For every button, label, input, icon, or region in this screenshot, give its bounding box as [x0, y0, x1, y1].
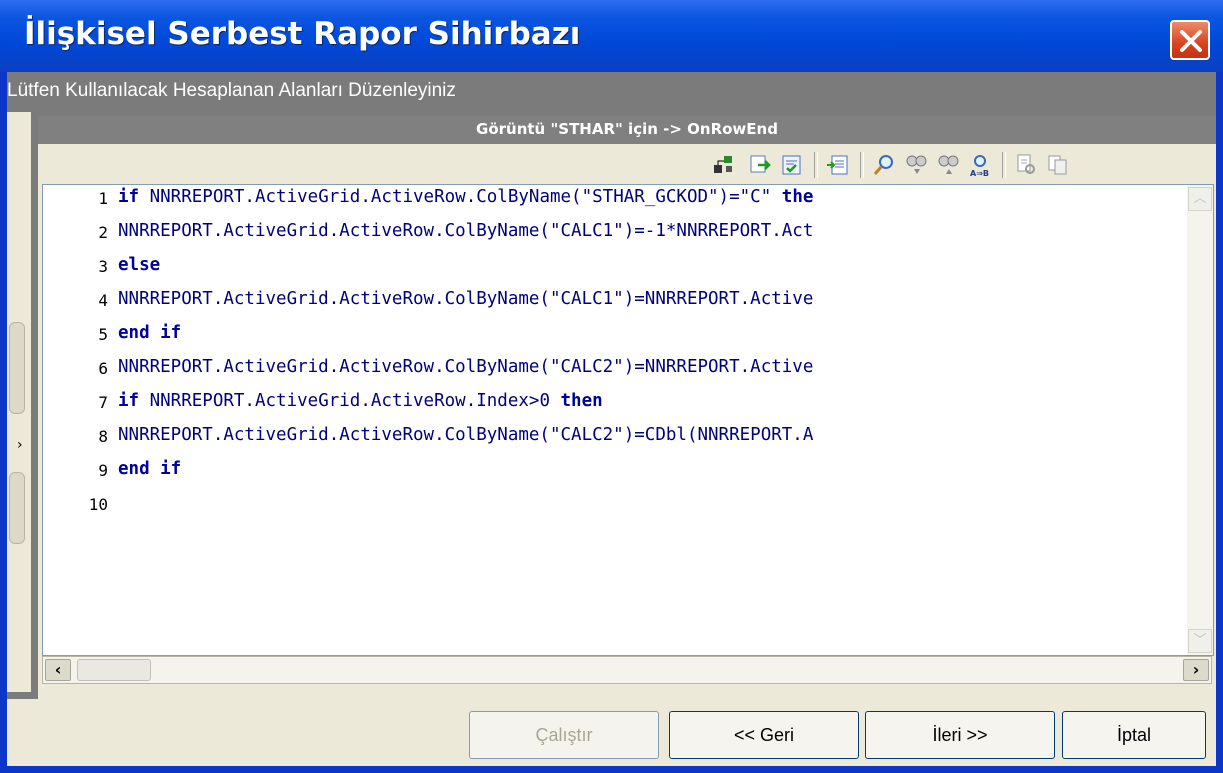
find-prev-icon[interactable] — [904, 153, 928, 177]
script-editor-panel: A⇒B 1 if NNRREPORT.ActiveGrid.ActiveRow.… — [38, 144, 1216, 699]
line-number: 5 — [98, 325, 108, 344]
window-title: İlişkisel Serbest Rapor Sihirbazı — [24, 16, 581, 52]
code-text: NNRREPORT.ActiveGrid.ActiveRow.ColByName… — [118, 425, 814, 445]
copy-icon[interactable] — [1046, 153, 1070, 177]
code-line[interactable]: 7 if NNRREPORT.ActiveGrid.ActiveRow.Inde… — [43, 389, 1183, 423]
dialog-client-area: Lütfen Kullanılacak Hesaplanan Alanları … — [7, 72, 1216, 766]
editor-toolbar: A⇒B — [38, 144, 1216, 184]
toolbar-separator — [860, 152, 864, 178]
code-text: NNRREPORT.ActiveGrid.ActiveRow.ColByName… — [118, 357, 814, 377]
horizontal-scrollbar[interactable]: ‹ › — [42, 656, 1212, 684]
code-line[interactable]: 10 — [43, 491, 1183, 525]
toolbar-separator — [1002, 152, 1006, 178]
line-number: 7 — [98, 393, 108, 412]
code-line[interactable]: 2 NNRREPORT.ActiveGrid.ActiveRow.ColByNa… — [43, 219, 1183, 253]
load-script-icon[interactable] — [748, 153, 772, 177]
scroll-right-button[interactable]: › — [1183, 659, 1209, 681]
code-text: end if — [118, 459, 182, 479]
dialog-window: İlişkisel Serbest Rapor Sihirbazı Lütfen… — [0, 0, 1223, 773]
panel-title: Görüntü "STHAR" için -> OnRowEnd — [476, 120, 778, 138]
svg-text:A⇒B: A⇒B — [970, 169, 989, 177]
check-syntax-icon[interactable] — [780, 153, 804, 177]
cancel-button[interactable]: İptal — [1062, 711, 1206, 759]
dialog-button-bar: Çalıştır << Geri İleri >> İptal — [7, 699, 1216, 766]
tree-view-icon[interactable] — [712, 153, 736, 177]
back-button[interactable]: << Geri — [669, 711, 859, 759]
code-line[interactable]: 3 else — [43, 253, 1183, 287]
code-text: end if — [118, 323, 182, 343]
horizontal-scroll-thumb[interactable] — [77, 659, 151, 681]
vertical-scrollbar[interactable]: ︿ ﹀ — [1187, 185, 1213, 655]
keyword: then — [560, 391, 603, 411]
print-icon[interactable] — [1014, 153, 1038, 177]
keyword: the — [781, 187, 814, 207]
line-number: 6 — [98, 359, 108, 378]
code-line[interactable]: 1 if NNRREPORT.ActiveGrid.ActiveRow.ColB… — [43, 185, 1183, 219]
line-number: 10 — [88, 495, 108, 514]
line-number: 9 — [98, 461, 108, 480]
code-text: NNRREPORT.ActiveGrid.ActiveRow.ColByName… — [118, 221, 814, 241]
line-number: 4 — [98, 291, 108, 310]
panel-title-bar: Görüntü "STHAR" için -> OnRowEnd — [38, 116, 1216, 144]
side-panel-grip[interactable] — [9, 322, 25, 414]
line-number: 8 — [98, 427, 108, 446]
keyword: if — [118, 391, 140, 411]
line-number: 2 — [98, 223, 108, 242]
line-number: 1 — [98, 189, 108, 208]
close-button[interactable] — [1170, 20, 1210, 60]
code-text: if NNRREPORT.ActiveGrid.ActiveRow.Index>… — [118, 391, 603, 411]
toolbar-separator — [814, 152, 818, 178]
code-line[interactable]: 8 NNRREPORT.ActiveGrid.ActiveRow.ColByNa… — [43, 423, 1183, 457]
close-icon — [1180, 30, 1202, 52]
code-line[interactable]: 9 end if — [43, 457, 1183, 491]
expand-arrow-icon[interactable]: › — [17, 437, 23, 453]
code-text: else — [118, 255, 161, 275]
code-text: if NNRREPORT.ActiveGrid.ActiveRow.ColByN… — [118, 187, 814, 207]
collapsed-side-panel[interactable]: › — [7, 112, 31, 692]
code-line[interactable]: 5 end if — [43, 321, 1183, 355]
title-bar[interactable]: İlişkisel Serbest Rapor Sihirbazı — [0, 0, 1223, 72]
code-line[interactable]: 4 NNRREPORT.ActiveGrid.ActiveRow.ColByNa… — [43, 287, 1183, 321]
find-icon[interactable] — [872, 153, 896, 177]
instruction-text: Lütfen Kullanılacak Hesaplanan Alanları … — [7, 80, 456, 101]
scroll-left-button[interactable]: ‹ — [45, 659, 71, 681]
find-next-icon[interactable] — [936, 153, 960, 177]
scroll-down-button[interactable]: ﹀ — [1188, 629, 1212, 653]
insert-code-icon[interactable] — [826, 153, 850, 177]
code-text: NNRREPORT.ActiveGrid.ActiveRow.ColByName… — [118, 289, 814, 309]
keyword: if — [118, 187, 140, 207]
line-number: 3 — [98, 257, 108, 276]
scroll-up-button[interactable]: ︿ — [1188, 187, 1212, 211]
run-button[interactable]: Çalıştır — [469, 711, 659, 759]
replace-icon[interactable]: A⇒B — [968, 153, 992, 177]
code-line[interactable]: 6 NNRREPORT.ActiveGrid.ActiveRow.ColByNa… — [43, 355, 1183, 389]
next-button[interactable]: İleri >> — [865, 711, 1055, 759]
side-panel-grip[interactable] — [9, 472, 25, 544]
code-editor[interactable]: 1 if NNRREPORT.ActiveGrid.ActiveRow.ColB… — [42, 184, 1214, 656]
